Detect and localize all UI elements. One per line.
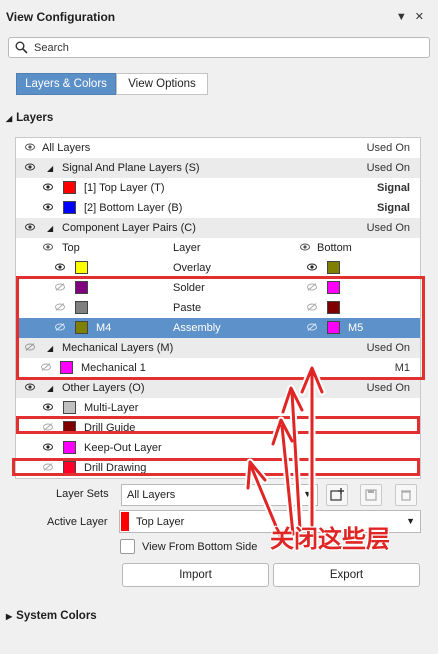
annotation-text: 关闭这些层 [270, 526, 390, 553]
system-colors-title: System Colors [16, 610, 97, 622]
annotation-arrows [244, 364, 326, 540]
expand-triangle-icon: ▶ [6, 612, 13, 621]
system-colors-section-header[interactable]: ▶ System Colors [6, 610, 97, 622]
